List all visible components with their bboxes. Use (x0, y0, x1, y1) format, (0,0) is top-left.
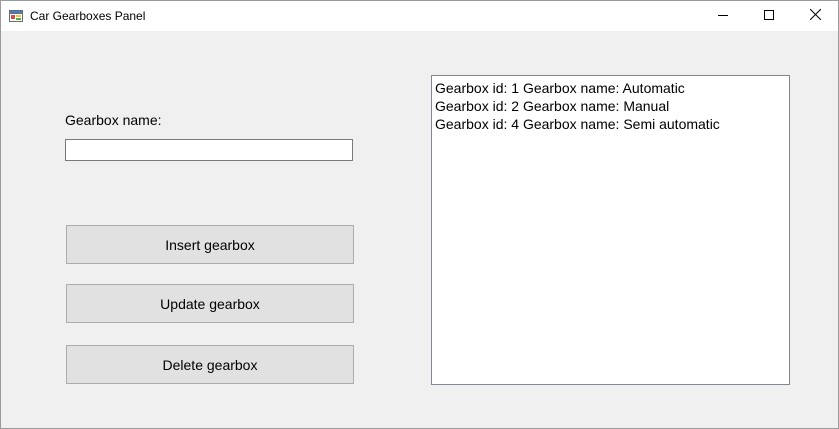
maximize-button[interactable] (746, 1, 792, 31)
gearbox-name-label: Gearbox name: (65, 112, 162, 128)
close-button[interactable] (792, 1, 838, 31)
list-item[interactable]: Gearbox id: 2 Gearbox name: Manual (432, 97, 789, 115)
window-title: Car Gearboxes Panel (30, 9, 146, 23)
app-window: Car Gearboxes Panel Gearbox name: Insert… (0, 0, 839, 429)
app-form-icon (9, 9, 23, 23)
list-item[interactable]: Gearbox id: 4 Gearbox name: Semi automat… (432, 115, 789, 133)
title-bar[interactable]: Car Gearboxes Panel (1, 1, 838, 31)
insert-gearbox-button[interactable]: Insert gearbox (66, 225, 354, 264)
list-item[interactable]: Gearbox id: 1 Gearbox name: Automatic (432, 79, 789, 97)
close-icon (809, 7, 821, 25)
delete-gearbox-button[interactable]: Delete gearbox (66, 345, 354, 384)
minimize-button[interactable] (700, 1, 746, 31)
maximize-icon (764, 7, 774, 25)
gearbox-name-input[interactable] (65, 139, 353, 161)
gearbox-listbox[interactable]: Gearbox id: 1 Gearbox name: Automatic Ge… (431, 75, 790, 385)
update-gearbox-button[interactable]: Update gearbox (66, 284, 354, 323)
minimize-icon (718, 7, 728, 25)
